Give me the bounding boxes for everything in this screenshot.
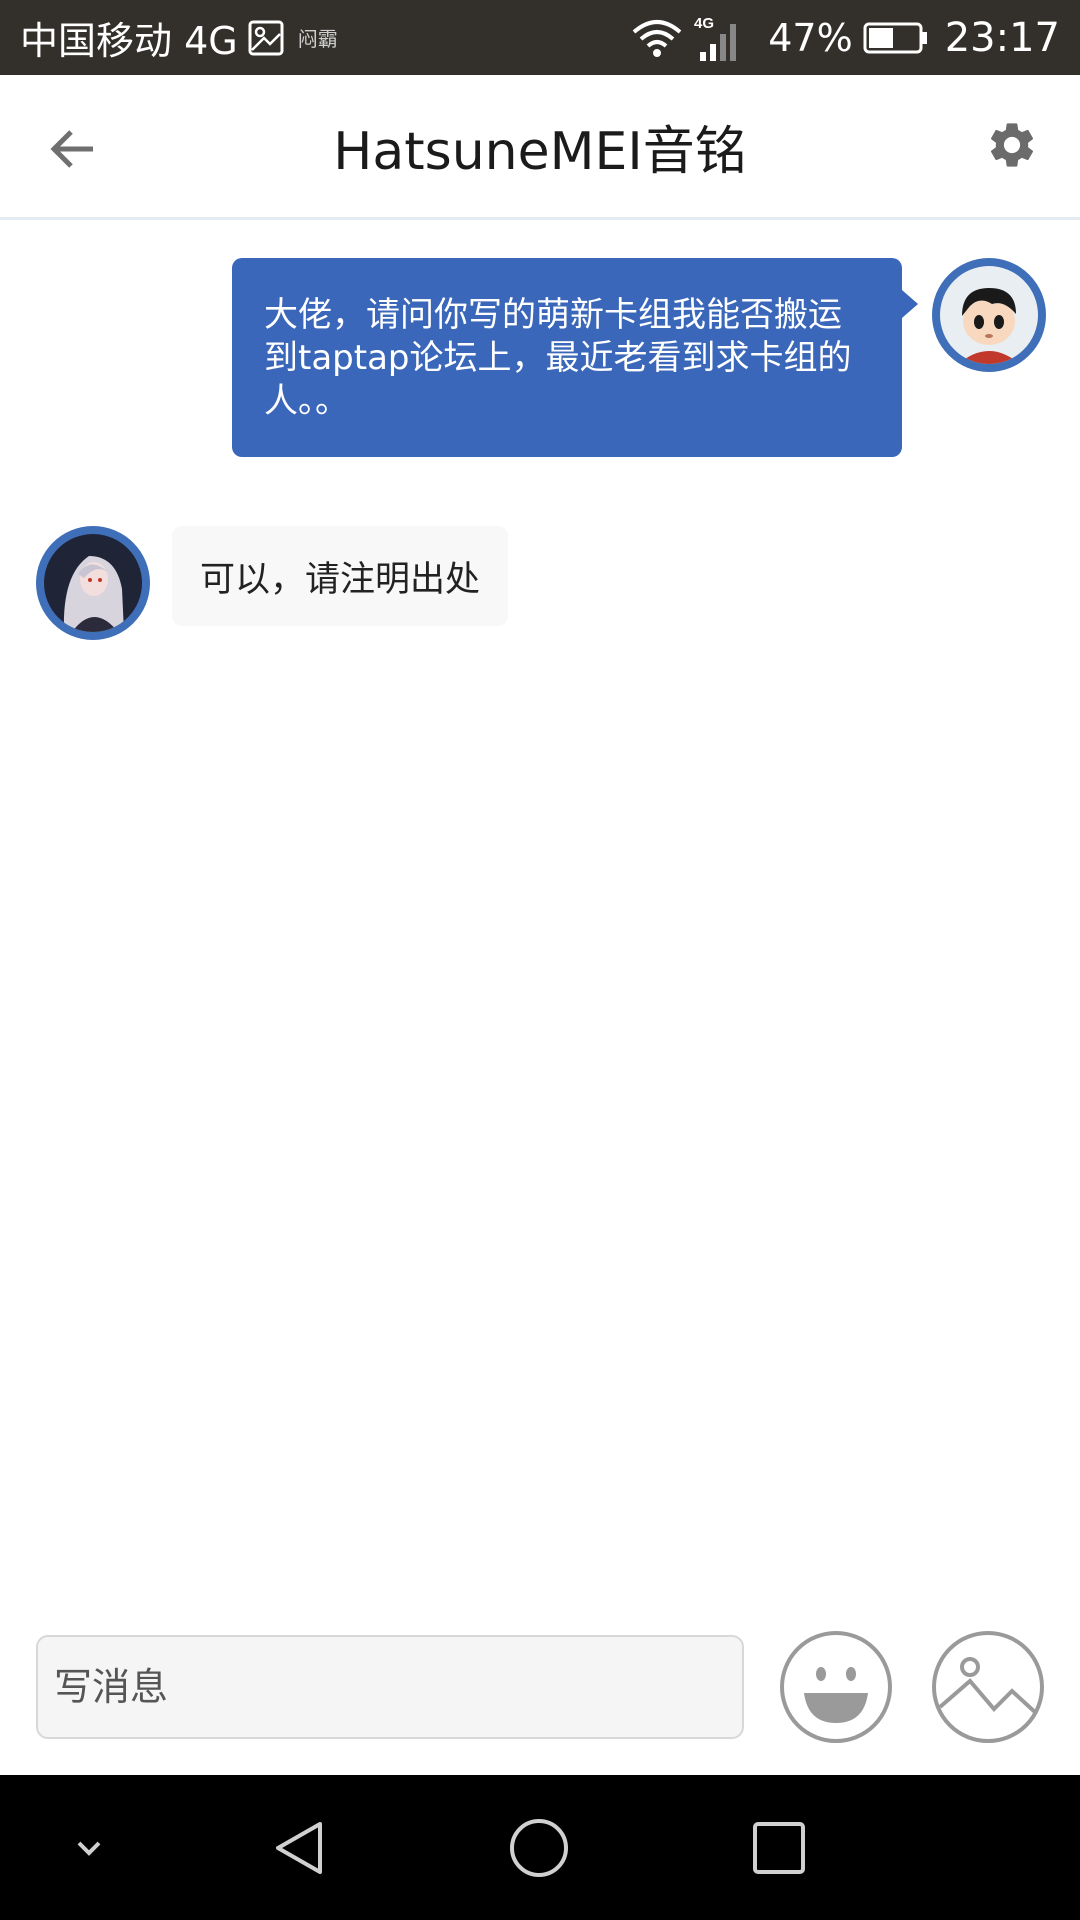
chat-header: HatsuneMEI音铭 (0, 75, 1080, 220)
contact-avatar[interactable] (36, 526, 150, 640)
back-triangle-icon (270, 1818, 330, 1882)
svg-text:4G: 4G (694, 15, 714, 32)
anime-girl-avatar-icon (44, 534, 142, 632)
wifi-icon (630, 18, 684, 58)
smiley-icon (778, 1631, 894, 1749)
chevron-down-icon (71, 1830, 107, 1870)
carrier-label: 中国移动 4G (20, 19, 238, 63)
cartoon-boy-avatar-icon (940, 266, 1038, 364)
recents-nav-button[interactable] (734, 1805, 824, 1895)
gallery-notification-icon (248, 20, 284, 56)
recents-square-icon (751, 1820, 807, 1880)
status-left: 中国移动 4G 闷霸 (20, 10, 338, 65)
my-avatar[interactable] (932, 258, 1046, 372)
status-bar: 中国移动 4G 闷霸 4G 47% 23:17 (0, 0, 1080, 75)
hide-nav-button[interactable] (44, 1805, 134, 1895)
settings-button[interactable] (980, 115, 1044, 179)
incoming-message: 可以，请注明出处 (36, 526, 509, 640)
back-nav-button[interactable] (255, 1805, 345, 1895)
clock: 23:17 (944, 14, 1060, 61)
message-input[interactable] (36, 1635, 744, 1739)
system-navigation-bar (0, 1775, 1080, 1920)
page-title: HatsuneMEI音铭 (333, 121, 747, 182)
home-nav-button[interactable] (494, 1805, 584, 1895)
outgoing-message: 大佬，请问你写的萌新卡组我能否搬运到taptap论坛上，最近老看到求卡组的人。。 (232, 258, 1046, 457)
message-composer (0, 1623, 1080, 1775)
status-right: 4G 47% 23:17 (620, 14, 1060, 62)
chat-area[interactable]: 大佬，请问你写的萌新卡组我能否搬运到taptap论坛上，最近老看到求卡组的人。。 (0, 223, 1080, 1623)
gear-icon (985, 118, 1039, 176)
back-button[interactable] (40, 119, 104, 183)
notification-label: 闷霸 (297, 27, 338, 51)
arrow-left-icon (47, 124, 97, 178)
battery-percent: 47% (768, 15, 853, 60)
cellular-signal-icon: 4G (694, 14, 746, 62)
incoming-message-bubble[interactable]: 可以，请注明出处 (172, 526, 509, 626)
image-icon (930, 1631, 1046, 1749)
home-circle-icon (507, 1816, 571, 1884)
image-button[interactable] (930, 1629, 1046, 1745)
battery-icon (863, 20, 929, 56)
emoji-button[interactable] (778, 1629, 894, 1745)
outgoing-message-bubble[interactable]: 大佬，请问你写的萌新卡组我能否搬运到taptap论坛上，最近老看到求卡组的人。。 (232, 258, 918, 457)
